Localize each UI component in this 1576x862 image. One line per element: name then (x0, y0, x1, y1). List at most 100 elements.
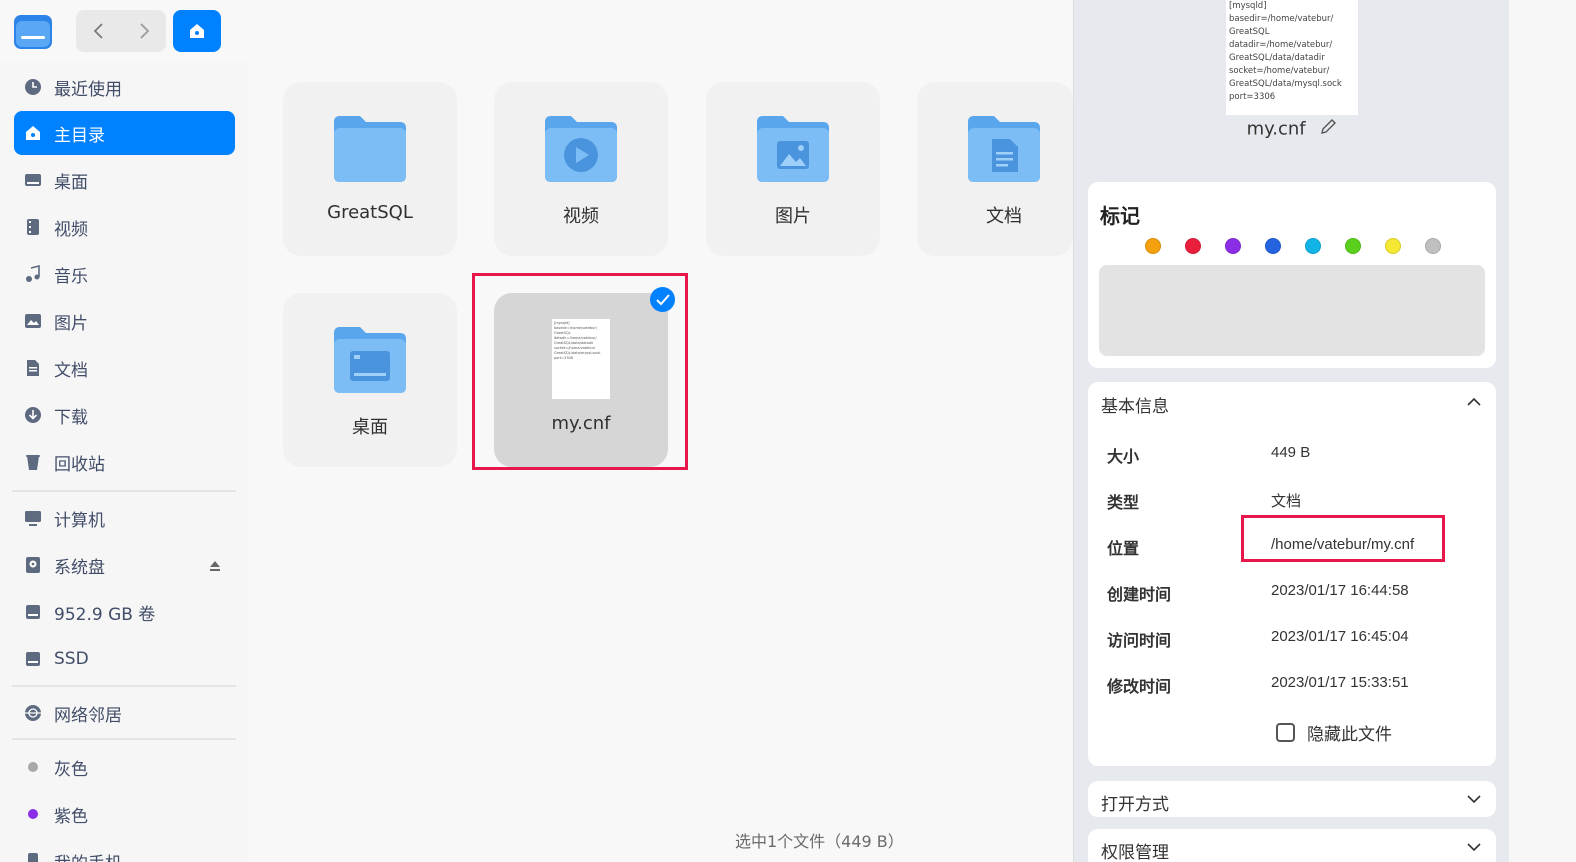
sidebar-item-label: 最近使用 (54, 79, 122, 100)
sidebar-item-label: 952.9 GB 卷 (54, 604, 156, 625)
sidebar-item-system-disk[interactable]: 系统盘 (14, 543, 235, 587)
hide-file-checkbox[interactable] (1276, 723, 1295, 742)
file-item-documents[interactable]: 文档 (917, 82, 1073, 256)
sidebar-item-network[interactable]: 网络邻居 (14, 691, 235, 735)
sidebar-item-label: 主目录 (54, 125, 105, 146)
document-icon (24, 359, 42, 377)
sidebar-item-label: 文档 (54, 360, 88, 381)
file-manager-app-icon (12, 10, 54, 52)
hide-file-label: 隐藏此文件 (1307, 725, 1392, 745)
file-item-desktop[interactable]: 桌面 (283, 293, 457, 467)
open-with-section[interactable]: 打开方式 (1088, 781, 1496, 817)
computer-icon (24, 509, 42, 527)
tag-color-picker (1145, 238, 1441, 254)
basic-info-card: 基本信息 大小 449 B 类型 文档 位置 /home/vatebur/my.… (1088, 382, 1496, 766)
file-item-videos[interactable]: 视频 (494, 82, 668, 256)
sidebar-item-desktop[interactable]: 桌面 (14, 158, 235, 202)
video-folder-icon (545, 116, 617, 182)
cyan-tag-dot[interactable] (1305, 238, 1321, 254)
gray-tag-dot[interactable] (1425, 238, 1441, 254)
file-preview: [mysqld] basedir=/home/vatebur/ GreatSQL… (1226, 0, 1358, 115)
permissions-title: 权限管理 (1101, 843, 1169, 862)
file-name-title: my.cnf (1074, 118, 1510, 141)
sidebar-divider (12, 738, 236, 740)
yellow-tag-dot[interactable] (1385, 238, 1401, 254)
back-button[interactable] (76, 10, 121, 52)
size-label: 大小 (1107, 447, 1140, 466)
basic-info-title: 基本信息 (1101, 397, 1169, 417)
purple-tag-dot[interactable] (1225, 238, 1241, 254)
type-label: 类型 (1107, 493, 1140, 512)
sidebar-item-downloads[interactable]: 下载 (14, 393, 235, 437)
trash-icon (24, 453, 42, 471)
forward-button[interactable] (121, 10, 166, 52)
music-icon (24, 265, 42, 283)
sidebar-item-trash[interactable]: 回收站 (14, 440, 235, 484)
drive-icon (24, 650, 42, 668)
file-name-text: my.cnf (1246, 118, 1306, 140)
sidebar-item-volume[interactable]: 952.9 GB 卷 (14, 590, 235, 634)
download-icon (24, 406, 42, 424)
film-icon (24, 218, 42, 236)
document-folder-icon (968, 116, 1040, 182)
properties-panel: [mysqld] basedir=/home/vatebur/ GreatSQL… (1073, 0, 1509, 862)
open-with-title: 打开方式 (1101, 795, 1169, 815)
status-bar: 选中1个文件（449 B） (735, 832, 904, 851)
blue-tag-dot[interactable] (1265, 238, 1281, 254)
checkmark-icon (650, 287, 675, 312)
sidebar-item-recent[interactable]: 最近使用 (14, 65, 235, 109)
sidebar-item-documents[interactable]: 文档 (14, 346, 235, 390)
sidebar-item-computer[interactable]: 计算机 (14, 496, 235, 540)
sidebar-item-label: 视频 (54, 219, 88, 240)
sidebar-item-tag-gray[interactable]: 灰色 (14, 745, 235, 789)
desktop-icon (24, 171, 42, 189)
sidebar-item-phone[interactable]: 我的手机 (14, 839, 235, 862)
sidebar-item-pictures[interactable]: 图片 (14, 299, 235, 343)
chevron-left-icon (93, 23, 103, 39)
orange-tag-dot[interactable] (1145, 238, 1161, 254)
sidebar-item-label: 网络邻居 (54, 705, 122, 726)
modified-label: 修改时间 (1107, 677, 1172, 696)
hide-file-option[interactable]: 隐藏此文件 (1276, 720, 1392, 745)
location-highlight (1241, 515, 1445, 562)
eject-icon[interactable] (209, 557, 221, 577)
sidebar-item-tag-purple[interactable]: 紫色 (14, 792, 235, 836)
sidebar-item-label: 紫色 (54, 806, 88, 827)
sidebar-item-label: 下载 (54, 407, 88, 428)
network-icon (24, 704, 42, 722)
pencil-icon[interactable] (1319, 118, 1337, 141)
sidebar-item-label: 我的手机 (54, 849, 122, 862)
chevron-down-icon[interactable] (1466, 791, 1482, 811)
chevron-up-icon[interactable] (1466, 394, 1482, 414)
red-tag-dot[interactable] (1185, 238, 1201, 254)
desktop-folder-icon (334, 327, 406, 393)
file-item-pictures[interactable]: 图片 (706, 82, 880, 256)
sidebar-item-label: SSD (54, 649, 89, 669)
file-name: 视频 (563, 206, 599, 227)
panel-backdrop (1509, 0, 1576, 862)
tag-input-area[interactable] (1099, 265, 1485, 356)
image-folder-icon (757, 116, 829, 182)
clock-icon (24, 78, 42, 96)
breadcrumb-home[interactable] (173, 10, 221, 52)
permissions-section[interactable]: 权限管理 (1088, 829, 1496, 862)
modified-value: 2023/01/17 15:33:51 (1271, 674, 1409, 691)
chevron-right-icon (139, 23, 149, 39)
purple-tag-icon (24, 805, 42, 823)
accessed-label: 访问时间 (1107, 631, 1172, 650)
sidebar-item-ssd[interactable]: SSD (14, 637, 235, 681)
created-value: 2023/01/17 16:44:58 (1271, 582, 1409, 599)
type-value: 文档 (1271, 493, 1302, 510)
chevron-down-icon[interactable] (1466, 839, 1482, 859)
drive-icon (24, 603, 42, 621)
sidebar-item-videos[interactable]: 视频 (14, 205, 235, 249)
sidebar-divider (12, 685, 236, 687)
green-tag-dot[interactable] (1345, 238, 1361, 254)
folder-icon (334, 116, 406, 182)
file-name: 图片 (775, 206, 811, 227)
file-name: 桌面 (352, 417, 388, 438)
sidebar-item-music[interactable]: 音乐 (14, 252, 235, 296)
file-item-greatsql[interactable]: GreatSQL (283, 82, 457, 256)
sidebar-item-home[interactable]: 主目录 (14, 111, 235, 155)
sidebar-item-label: 系统盘 (54, 557, 105, 578)
